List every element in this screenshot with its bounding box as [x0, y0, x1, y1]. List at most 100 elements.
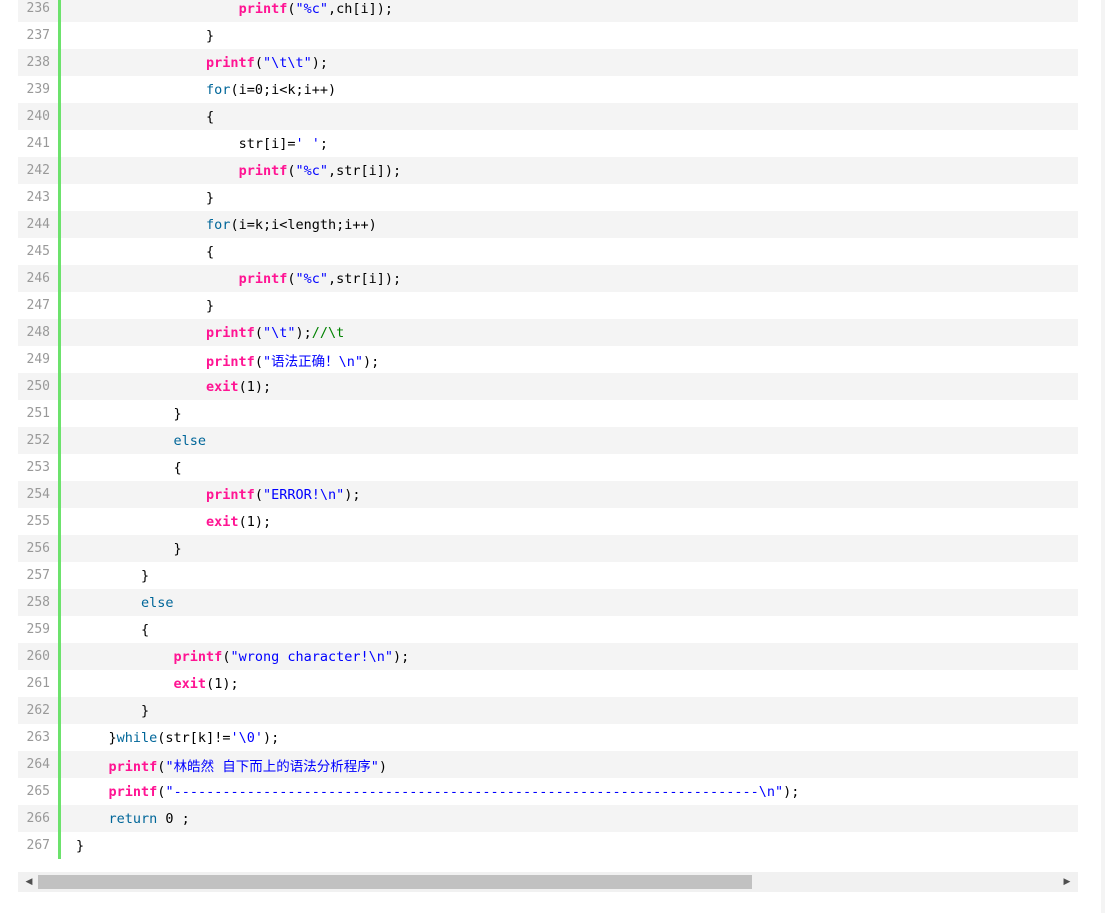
code-token: (: [254, 324, 263, 341]
code-text: return 0 ;: [61, 811, 190, 827]
code-token: printf: [108, 758, 158, 775]
code-token: }: [141, 702, 150, 719]
line-number: 257: [26, 568, 50, 583]
code-text: {: [61, 109, 214, 125]
code-token: );: [262, 729, 280, 746]
code-line: 248 printf("\t");//\t: [18, 319, 1078, 346]
code-token: }: [206, 297, 215, 314]
code-line: 242 printf("%c",str[i]);: [18, 157, 1078, 184]
code-token: '\0': [230, 729, 263, 746]
vertical-scrollbar-track[interactable]: [1101, 0, 1105, 913]
code-token: 0 ;: [157, 810, 190, 827]
code-text: printf("%c",str[i]);: [61, 162, 402, 179]
code-text: }: [61, 541, 182, 557]
code-token: printf: [238, 162, 288, 179]
code-token: (i=k;i<length;i++): [230, 216, 377, 233]
code-token: "---------------------------------------…: [165, 783, 784, 800]
line-number: 266: [26, 811, 50, 826]
line-number: 260: [26, 649, 50, 664]
code-block: 236 printf("%c",ch[i]); 237 } 238 printf("…: [18, 0, 1078, 892]
line-number: 253: [26, 460, 50, 475]
code-token: printf: [238, 0, 288, 17]
line-number: 249: [26, 352, 50, 367]
code-token: (1);: [206, 675, 239, 692]
code-line: 261 exit(1);: [18, 670, 1078, 697]
code-text: printf("\t");//\t: [61, 325, 344, 341]
code-line: 259 {: [18, 616, 1078, 643]
code-token: }: [206, 27, 215, 44]
code-text: }: [61, 703, 149, 719]
code-text: printf("ERROR!\n");: [61, 486, 360, 503]
code-text: exit(1);: [61, 514, 271, 530]
code-token: ): [378, 758, 387, 775]
line-number: 250: [26, 379, 50, 394]
code-token: "语法正确！\n": [262, 353, 363, 370]
code-text: exit(1);: [61, 676, 239, 692]
line-number: 262: [26, 703, 50, 718]
code-line: 263 }while(str[k]!='\0');: [18, 724, 1078, 751]
code-token: (i=0;i<k;i++): [230, 81, 337, 98]
line-number: 246: [26, 271, 50, 286]
code-token: }: [141, 567, 150, 584]
line-number: 238: [26, 55, 50, 70]
code-token: ;: [319, 135, 328, 152]
code-token: );: [362, 353, 380, 370]
code-text: printf("wrong character!\n");: [61, 649, 410, 665]
scrollbar-thumb[interactable]: [38, 875, 752, 889]
scroll-right-icon[interactable]: ▶: [1058, 872, 1076, 892]
code-text: }while(str[k]!='\0');: [61, 729, 280, 746]
code-line: 267}: [18, 832, 1078, 859]
code-text: }: [61, 298, 214, 314]
code-token: {: [141, 621, 150, 638]
code-token: (: [254, 353, 263, 370]
code-token: exit: [206, 378, 239, 395]
horizontal-scrollbar[interactable]: ◀ ▶: [18, 872, 1078, 892]
code-text: {: [61, 460, 182, 476]
code-token: (: [254, 486, 263, 503]
line-number: 239: [26, 82, 50, 97]
code-token: exit: [206, 513, 239, 530]
code-line: 249 printf("语法正确！\n");: [18, 346, 1078, 373]
code-token: "ERROR!\n": [262, 486, 345, 503]
line-number: 243: [26, 190, 50, 205]
code-line: 260 printf("wrong character!\n");: [18, 643, 1078, 670]
code-text: exit(1);: [61, 379, 271, 395]
code-token: printf: [238, 270, 288, 287]
code-token: "%c": [295, 270, 328, 287]
line-number: 247: [26, 298, 50, 313]
code-token: }: [76, 837, 85, 854]
line-number: 252: [26, 433, 50, 448]
code-line: 255 exit(1);: [18, 508, 1078, 535]
code-token: (str[k]!=: [157, 729, 231, 746]
code-token: printf: [206, 353, 255, 370]
code-line: 245 {: [18, 238, 1078, 265]
code-token: printf: [108, 783, 158, 800]
scroll-left-icon[interactable]: ◀: [20, 872, 38, 892]
code-line: 258 else: [18, 589, 1078, 616]
code-text: printf("\t\t");: [61, 55, 328, 71]
code-text: }: [61, 190, 214, 206]
line-number: 237: [26, 28, 50, 43]
code-line: 239 for(i=0;i<k;i++): [18, 76, 1078, 103]
code-token: (1);: [238, 378, 272, 395]
code-token: }: [173, 540, 182, 557]
code-line: 236 printf("%c",ch[i]);: [18, 0, 1078, 22]
code-text: printf("林皓然 自下而上的语法分析程序"): [61, 755, 387, 775]
code-line: 265 printf("----------------------------…: [18, 778, 1078, 805]
